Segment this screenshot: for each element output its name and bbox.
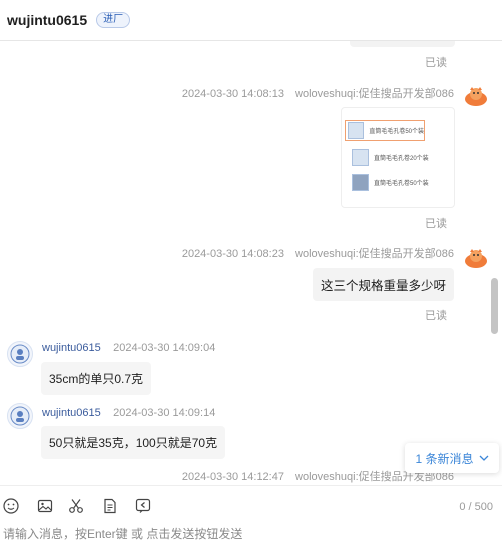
char-counter: 0 / 500 bbox=[459, 501, 493, 513]
message-sender: wujintu0615 bbox=[42, 407, 101, 419]
product-item[interactable]: 直筒毛毛孔卷50个装 bbox=[352, 174, 429, 191]
message-meta: 2024-03-30 14:08:23 woloveshuqi:促佳搜品开发部0… bbox=[182, 245, 454, 261]
message-input[interactable] bbox=[0, 522, 502, 546]
product-item[interactable]: 直筒毛毛孔卷50个装 bbox=[345, 120, 425, 141]
message-time: 2024-03-30 14:09:14 bbox=[113, 407, 216, 419]
product-image bbox=[352, 174, 369, 191]
quick-reply-icon[interactable] bbox=[134, 497, 152, 515]
message-bubble[interactable]: 50只就是35克，100只就是70克 bbox=[41, 426, 226, 459]
message-meta: wujintu0615 2024-03-30 14:09:14 bbox=[42, 403, 215, 421]
chat-scrollbar[interactable] bbox=[491, 278, 498, 334]
message-meta: wujintu0615 2024-03-30 14:09:04 bbox=[42, 338, 215, 356]
message-sender: woloveshuqi:促佳搜品开发部086 bbox=[295, 88, 454, 100]
read-status: 已读 bbox=[425, 310, 447, 322]
new-messages-button[interactable]: 1 条新消息 bbox=[405, 443, 499, 473]
message-sender: wujintu0615 bbox=[42, 342, 101, 354]
seller-avatar bbox=[463, 247, 489, 269]
image-icon[interactable] bbox=[36, 497, 54, 515]
product-title: 直筒毛毛孔卷50个装 bbox=[369, 129, 424, 135]
message-time: 2024-03-30 14:08:23 bbox=[181, 248, 284, 260]
contact-name: wujintu0615 bbox=[7, 12, 88, 28]
product-title: 直筒毛毛孔卷50个装 bbox=[374, 181, 429, 187]
read-status: 已读 bbox=[425, 57, 447, 69]
message-time: 2024-03-30 14:08:13 bbox=[181, 88, 284, 100]
product-image bbox=[348, 122, 365, 139]
product-title: 直筒毛毛孔卷20个装 bbox=[374, 156, 429, 162]
chat-header: wujintu0615 进厂 bbox=[0, 0, 502, 41]
contact-tag-badge[interactable]: 进厂 bbox=[96, 12, 131, 28]
message-time: 2024-03-30 14:12:47 bbox=[181, 471, 284, 483]
new-messages-label: 1 条新消息 bbox=[415, 451, 474, 466]
chevron-down-icon bbox=[479, 455, 489, 462]
message-sender: woloveshuqi:促佳搜品开发部086 bbox=[295, 248, 454, 260]
message-list[interactable]: 已读 2024-03-30 14:08:13 woloveshuqi:促佳搜品开… bbox=[0, 41, 502, 484]
message-meta: 2024-03-30 14:08:13 woloveshuqi:促佳搜品开发部0… bbox=[182, 85, 454, 101]
buyer-avatar bbox=[7, 403, 33, 429]
message-bubble[interactable]: 35cm的单只0.7克 bbox=[41, 362, 152, 395]
read-status: 已读 bbox=[425, 218, 447, 230]
buyer-avatar bbox=[7, 341, 33, 367]
product-item[interactable]: 直筒毛毛孔卷20个装 bbox=[352, 149, 429, 166]
previous-message-bubble bbox=[350, 41, 455, 47]
scissors-icon[interactable] bbox=[67, 497, 85, 515]
emoji-icon[interactable] bbox=[2, 497, 20, 515]
product-image bbox=[352, 149, 369, 166]
message-time: 2024-03-30 14:09:04 bbox=[113, 342, 216, 354]
order-icon[interactable] bbox=[101, 497, 119, 515]
input-toolbar: 0 / 500 bbox=[0, 485, 502, 525]
message-bubble[interactable]: 这三个规格重量多少呀 bbox=[313, 268, 455, 301]
product-card[interactable]: 直筒毛毛孔卷50个装 直筒毛毛孔卷20个装 直筒毛毛孔卷50个装 bbox=[341, 107, 455, 208]
seller-avatar bbox=[463, 85, 489, 107]
